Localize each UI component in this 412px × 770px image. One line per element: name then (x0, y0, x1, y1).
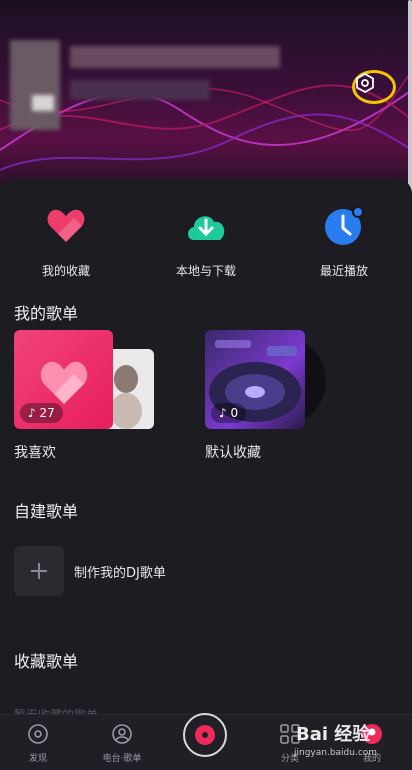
nav-discover-label: 发现 (28, 754, 47, 764)
song-count: 27 (39, 406, 55, 420)
recent-play-button[interactable]: 最近播放 (284, 204, 404, 279)
watermark-url: jingyan.baidu.com (294, 748, 378, 758)
baidu-watermark: Bai 经验 jingyan.baidu.com (294, 718, 406, 764)
radio-icon (112, 724, 132, 744)
local-download-label: 本地与下载 (175, 264, 236, 278)
create-playlist-label[interactable]: 制作我的DJ歌单 (74, 562, 166, 581)
favorites-button[interactable]: 我的收藏 (6, 204, 126, 279)
song-count-badge: ♪ 27 (20, 403, 63, 423)
heart-icon (44, 204, 88, 248)
created-playlists-title: 自建歌单 (14, 502, 79, 521)
default-cover: ♪ 0 (205, 330, 305, 429)
liked-cover: ♪ 27 (14, 330, 113, 429)
music-note-icon: ♪ (219, 406, 231, 420)
create-playlist-button[interactable] (14, 546, 64, 596)
nav-discover[interactable]: 发现 (8, 723, 68, 764)
recent-play-label: 最近播放 (319, 264, 368, 278)
plus-icon (31, 563, 47, 579)
favorites-label: 我的收藏 (41, 264, 90, 278)
settings-button[interactable] (352, 70, 396, 104)
username-blur (70, 46, 280, 68)
main-panel: 我的收藏 本地与下载 最近播放 我的歌单 ♪ 27 我喜欢 ♪ 0 默认收藏 自… (0, 178, 412, 769)
play-disc-icon (195, 725, 215, 745)
play-disc-button[interactable] (183, 713, 227, 757)
nav-radio-label: 电台·歌单 (102, 754, 142, 764)
wave-background (0, 69, 412, 171)
clock-icon (322, 204, 366, 248)
avatar-detail (32, 95, 54, 111)
user-info-blur (70, 80, 210, 100)
gear-icon (356, 73, 374, 93)
collected-playlists-title: 收藏歌单 (14, 652, 79, 671)
watermark-logo-text: Bai 经验 (296, 724, 371, 745)
music-note-icon: ♪ (28, 406, 40, 420)
playlist-name-liked: 我喜欢 (14, 445, 56, 461)
nav-radio[interactable]: 电台·歌单 (92, 723, 152, 764)
profile-header (0, 0, 412, 200)
my-playlists-title: 我的歌单 (14, 304, 79, 323)
cloud-download-icon (184, 204, 228, 248)
discover-icon (28, 724, 48, 744)
avatar[interactable] (10, 40, 60, 130)
playlist-name-default: 默认收藏 (205, 445, 261, 461)
song-count: 0 (230, 406, 239, 420)
song-count-badge: ♪ 0 (211, 403, 247, 423)
local-download-button[interactable]: 本地与下载 (146, 204, 266, 279)
